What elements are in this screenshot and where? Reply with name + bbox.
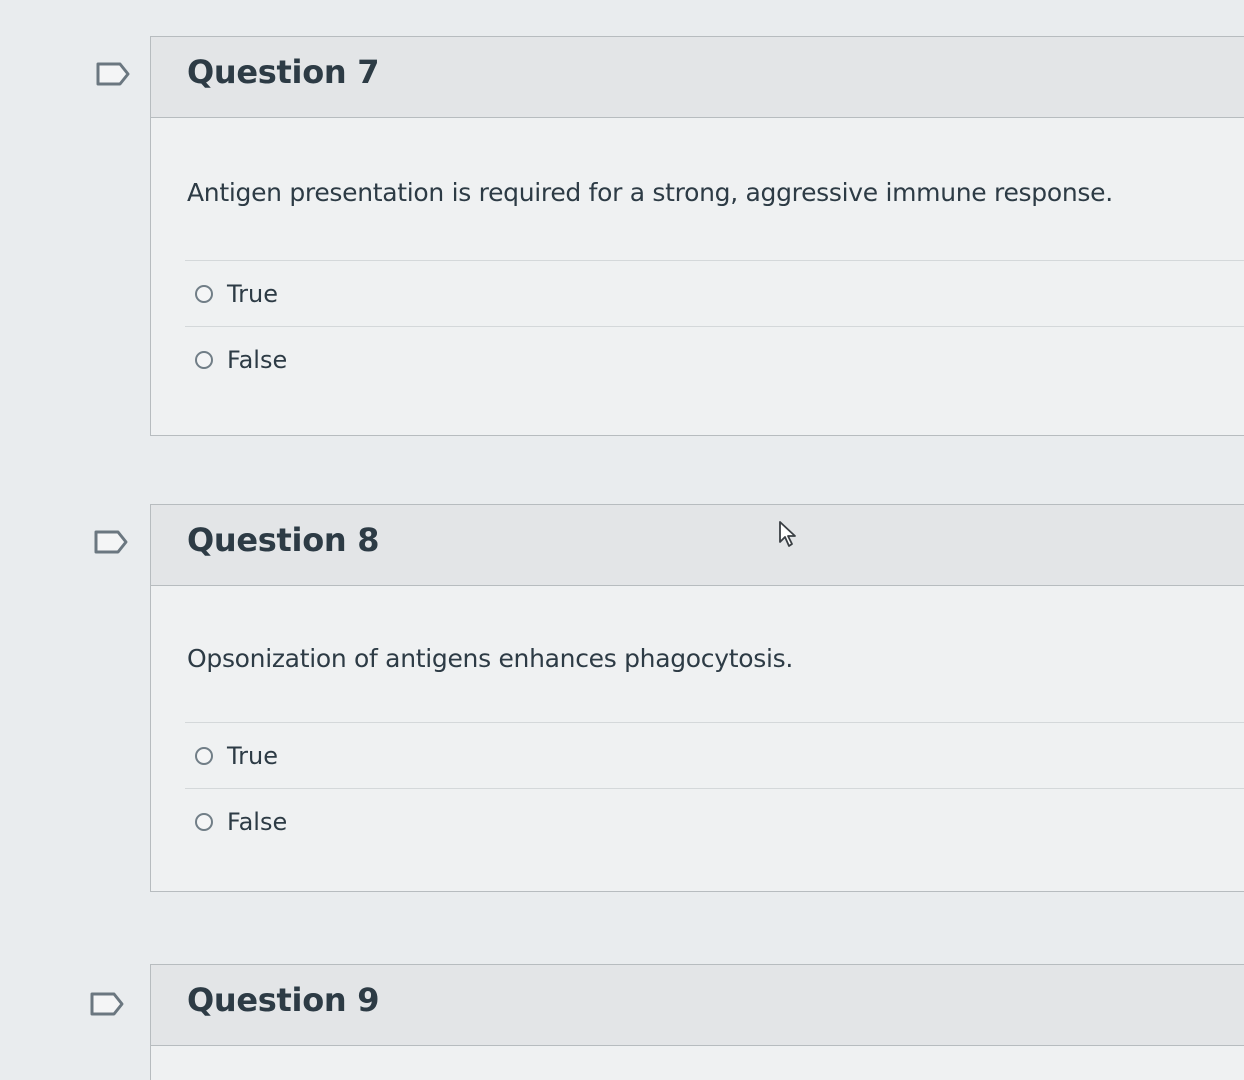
- question-7: Question 7 Antigen presentation is requi…: [150, 36, 1244, 436]
- question-title: Question 7: [187, 53, 380, 91]
- question-text: Antigen presentation is required for a s…: [187, 178, 1113, 207]
- question-9: Question 9: [150, 964, 1244, 1080]
- radio-button[interactable]: [195, 285, 213, 303]
- question-8: Question 8 Opsonization of antigens enha…: [150, 504, 1244, 892]
- question-title: Question 8: [187, 521, 380, 559]
- radio-button[interactable]: [195, 351, 213, 369]
- answer-false[interactable]: False: [185, 326, 1244, 393]
- mouse-pointer-icon: [779, 521, 796, 547]
- flag-question-icon[interactable]: [94, 530, 128, 554]
- flag-question-icon[interactable]: [90, 992, 124, 1016]
- answer-false[interactable]: False: [185, 788, 1244, 855]
- answer-true[interactable]: True: [185, 722, 1244, 789]
- answer-label: True: [227, 280, 278, 308]
- answer-label: False: [227, 808, 288, 836]
- question-text: Opsonization of antigens enhances phagoc…: [187, 644, 793, 673]
- radio-button[interactable]: [195, 813, 213, 831]
- answer-label: True: [227, 742, 278, 770]
- question-title: Question 9: [187, 981, 380, 1019]
- question-header: Question 8: [151, 505, 1244, 586]
- answer-label: False: [227, 346, 288, 374]
- flag-question-icon[interactable]: [96, 62, 130, 86]
- question-header: Question 9: [151, 965, 1244, 1046]
- radio-button[interactable]: [195, 747, 213, 765]
- question-header: Question 7: [151, 37, 1244, 118]
- answer-true[interactable]: True: [185, 260, 1244, 327]
